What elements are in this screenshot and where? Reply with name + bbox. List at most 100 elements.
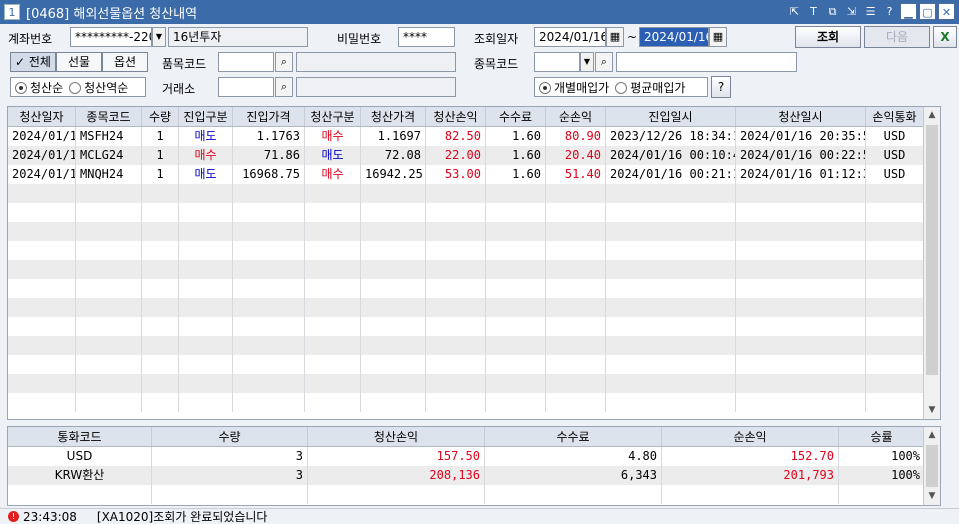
table-cell [361, 374, 426, 393]
scroll-up-icon[interactable]: ▲ [924, 107, 940, 124]
summary-scroll-down-icon[interactable]: ▼ [924, 488, 940, 505]
password-field[interactable]: **** [398, 27, 455, 47]
product-code-dropdown-icon[interactable]: ▼ [580, 52, 594, 72]
summary-cell [839, 485, 925, 504]
table-row[interactable] [8, 260, 940, 279]
copy-window-icon[interactable]: ⧉ [824, 3, 841, 20]
summary-cell [662, 485, 839, 504]
buy-average-radio[interactable]: 평균매입가 [615, 79, 685, 96]
query-button[interactable]: 조회 [795, 26, 861, 48]
table-row[interactable] [8, 355, 940, 374]
column-header[interactable]: 청산일시 [736, 107, 866, 126]
column-header[interactable]: 청산가격 [361, 107, 426, 126]
table-cell [305, 374, 361, 393]
minimize-icon[interactable]: ▁ [900, 3, 917, 20]
next-button[interactable]: 다음 [864, 26, 930, 48]
column-header[interactable]: 순손익 [546, 107, 606, 126]
table-cell [546, 184, 606, 203]
segment-options[interactable]: 옵션 [102, 52, 148, 72]
column-header[interactable]: 청산손익 [426, 107, 486, 126]
table-row[interactable] [8, 203, 940, 222]
exchange-search-icon[interactable]: ⌕ [275, 77, 293, 97]
font-size-icon[interactable]: T [805, 3, 822, 20]
segment-all[interactable]: ✓ 전체 [10, 52, 56, 72]
link-window-icon[interactable]: ⇱ [786, 3, 803, 20]
table-row[interactable]: 2024/01/16MNQH241매도16968.75매수16942.2553.… [8, 165, 940, 184]
table-cell [606, 393, 736, 412]
table-row[interactable] [8, 336, 940, 355]
column-header[interactable]: 진입일시 [606, 107, 736, 126]
account-dropdown-icon[interactable]: ▼ [152, 27, 166, 47]
table-row[interactable] [8, 241, 940, 260]
table-row[interactable] [8, 184, 940, 203]
table-cell [866, 184, 924, 203]
table-cell [233, 317, 305, 336]
summary-scrollbar[interactable]: ▲ ▼ [923, 427, 940, 505]
maximize-icon[interactable]: ▢ [919, 3, 936, 20]
summary-scroll-up-icon[interactable]: ▲ [924, 427, 940, 444]
summary-row[interactable]: USD 3 157.50 4.80 152.70 100% [8, 447, 940, 466]
column-header[interactable]: 청산일자 [8, 107, 76, 126]
table-cell [426, 298, 486, 317]
item-code-search-icon[interactable]: ⌕ [275, 52, 293, 72]
table-scrollbar[interactable]: ▲ ▼ [923, 107, 940, 419]
buy-individual-radio[interactable]: 개별매입가 [539, 79, 609, 96]
column-header[interactable]: 종목코드 [76, 107, 142, 126]
table-cell [546, 222, 606, 241]
summary-row[interactable] [8, 485, 940, 504]
column-header[interactable]: 손익통화 [866, 107, 924, 126]
menu-icon[interactable]: ☰ [862, 3, 879, 20]
segment-futures[interactable]: 선물 [56, 52, 102, 72]
table-row[interactable] [8, 317, 940, 336]
table-cell [142, 184, 179, 203]
table-cell: 1.60 [486, 165, 546, 184]
export-icon[interactable]: ⇲ [843, 3, 860, 20]
table-cell: 2024/01/16 00:22:55 [736, 146, 866, 165]
table-row[interactable] [8, 222, 940, 241]
table-cell [866, 203, 924, 222]
excel-icon[interactable]: X [933, 26, 957, 48]
scroll-down-icon[interactable]: ▼ [924, 402, 940, 419]
close-icon[interactable]: ✕ [938, 3, 955, 20]
table-row[interactable] [8, 298, 940, 317]
column-header[interactable]: 청산구분 [305, 107, 361, 126]
table-row[interactable] [8, 374, 940, 393]
exchange-input[interactable] [218, 77, 274, 97]
table-row[interactable] [8, 393, 940, 412]
table-cell [546, 355, 606, 374]
table-row[interactable]: 2024/01/16MCLG241매수71.86매도72.0822.001.60… [8, 146, 940, 165]
table-cell [76, 336, 142, 355]
table-cell: USD [866, 165, 924, 184]
titlebar-buttons: ⇱ T ⧉ ⇲ ☰ ? ▁ ▢ ✕ [786, 3, 955, 20]
table-cell [8, 393, 76, 412]
sort-liq-rev-radio[interactable]: 청산역순 [69, 79, 128, 96]
table-cell [233, 355, 305, 374]
product-code-search-icon[interactable]: ⌕ [595, 52, 613, 72]
table-cell [486, 203, 546, 222]
table-row[interactable] [8, 279, 940, 298]
table-cell [233, 298, 305, 317]
table-row[interactable]: 2024/01/16MSFH241매도1.1763매수1.169782.501.… [8, 127, 940, 146]
table-cell [486, 222, 546, 241]
scroll-thumb[interactable] [926, 125, 938, 375]
table-cell [233, 203, 305, 222]
help-button[interactable]: ? [711, 76, 731, 98]
table-cell [736, 317, 866, 336]
sort-liq-radio[interactable]: 청산순 [15, 79, 63, 96]
column-header[interactable]: 수수료 [486, 107, 546, 126]
date-to-field[interactable]: 2024/01/16 [639, 27, 709, 47]
column-header[interactable]: 진입가격 [233, 107, 305, 126]
table-cell [8, 374, 76, 393]
calendar-from-icon[interactable]: ▦ [606, 27, 624, 47]
calendar-to-icon[interactable]: ▦ [709, 27, 727, 47]
table-cell: 매수 [305, 165, 361, 184]
date-from-field[interactable]: 2024/01/16 [534, 27, 606, 47]
column-header[interactable]: 진입구분 [179, 107, 233, 126]
summary-scroll-thumb[interactable] [926, 445, 938, 487]
summary-row[interactable]: KRW환산 3 208,136 6,343 201,793 100% [8, 466, 940, 485]
help-icon[interactable]: ? [881, 3, 898, 20]
product-code-input[interactable] [534, 52, 580, 72]
account-select[interactable]: *********-220 [70, 27, 152, 47]
column-header[interactable]: 수량 [142, 107, 179, 126]
item-code-input[interactable] [218, 52, 274, 72]
